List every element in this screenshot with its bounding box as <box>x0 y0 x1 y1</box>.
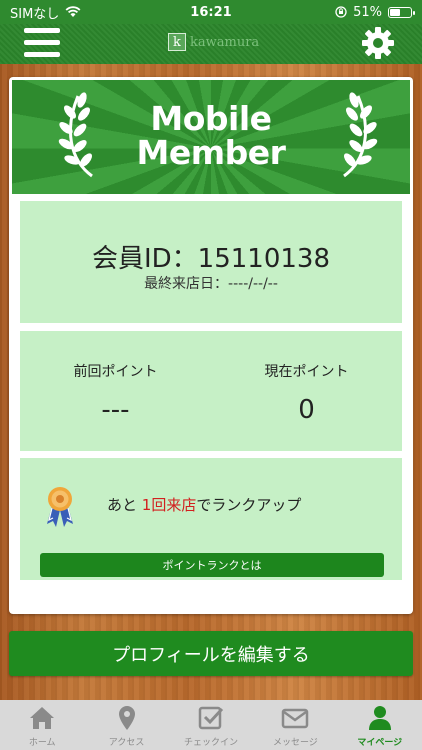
user-icon <box>368 706 391 730</box>
rank-text-before: あと <box>107 496 142 514</box>
tab-message-label: メッセージ <box>272 738 318 748</box>
rank-panel: あと 1回来店でランクアップ ポイントランクとは <box>20 458 402 580</box>
point-rank-info-button[interactable]: ポイントランクとは <box>40 553 384 577</box>
rank-text-after: でランクアップ <box>196 496 302 514</box>
tab-home[interactable]: ホーム <box>0 700 84 750</box>
laurel-right-icon <box>343 92 378 178</box>
logo-text: kawamura <box>190 34 260 50</box>
rank-visits-needed: 1回来店 <box>141 496 197 514</box>
member-id: 会員ID：15110138 <box>91 244 331 274</box>
bottom-tab-bar: ホーム アクセス チェックイン メッセージ マイページ <box>0 700 422 750</box>
member-id-panel: 会員ID：15110138 最終来店日：----/--/-- <box>20 201 402 323</box>
tab-message[interactable]: メッセージ <box>253 700 337 750</box>
app-header: k kawamura <box>0 24 422 64</box>
medal-icon <box>47 487 73 527</box>
tab-home-label: ホーム <box>28 738 56 748</box>
map-pin-icon <box>118 706 135 730</box>
home-icon <box>30 707 55 729</box>
previous-points-value: --- <box>101 395 130 425</box>
tab-access-label: アクセス <box>108 738 145 748</box>
battery-icon <box>388 6 415 18</box>
rank-up-message: あと 1回来店でランクアップ <box>107 494 301 515</box>
mobile-member-banner: Mobile Member <box>12 80 410 194</box>
app-logo: k kawamura <box>168 33 259 51</box>
edit-profile-button[interactable]: プロフィールを編集する <box>9 631 413 676</box>
current-points: 現在ポイント 0 <box>211 361 402 425</box>
wifi-icon <box>65 6 81 17</box>
tab-checkin[interactable]: チェックイン <box>169 700 253 750</box>
logo-mark: k <box>168 33 186 51</box>
battery-percent: 51% <box>353 4 382 20</box>
member-card: Mobile Member 会員ID：15110138 最終来店日：----/-… <box>9 77 413 614</box>
tab-checkin-label: チェックイン <box>183 738 238 748</box>
previous-points: 前回ポイント --- <box>20 361 211 425</box>
points-panel: 前回ポイント --- 現在ポイント 0 <box>20 331 402 451</box>
current-points-label: 現在ポイント <box>264 364 349 380</box>
last-visit-date: 最終来店日：----/--/-- <box>144 276 278 292</box>
settings-gear-icon[interactable] <box>361 26 395 60</box>
tab-mypage-label: マイページ <box>357 738 403 748</box>
envelope-icon <box>282 708 309 729</box>
checkin-icon <box>198 706 224 730</box>
current-points-value: 0 <box>298 395 315 425</box>
tab-mypage[interactable]: マイページ <box>338 700 422 750</box>
hamburger-menu-icon[interactable] <box>24 28 60 58</box>
previous-points-label: 前回ポイント <box>73 364 158 380</box>
tab-access[interactable]: アクセス <box>84 700 168 750</box>
carrier-label: SIMなし <box>10 6 60 22</box>
status-bar: SIMなし 16:21 51% <box>0 0 422 24</box>
orientation-lock-icon <box>335 6 347 18</box>
